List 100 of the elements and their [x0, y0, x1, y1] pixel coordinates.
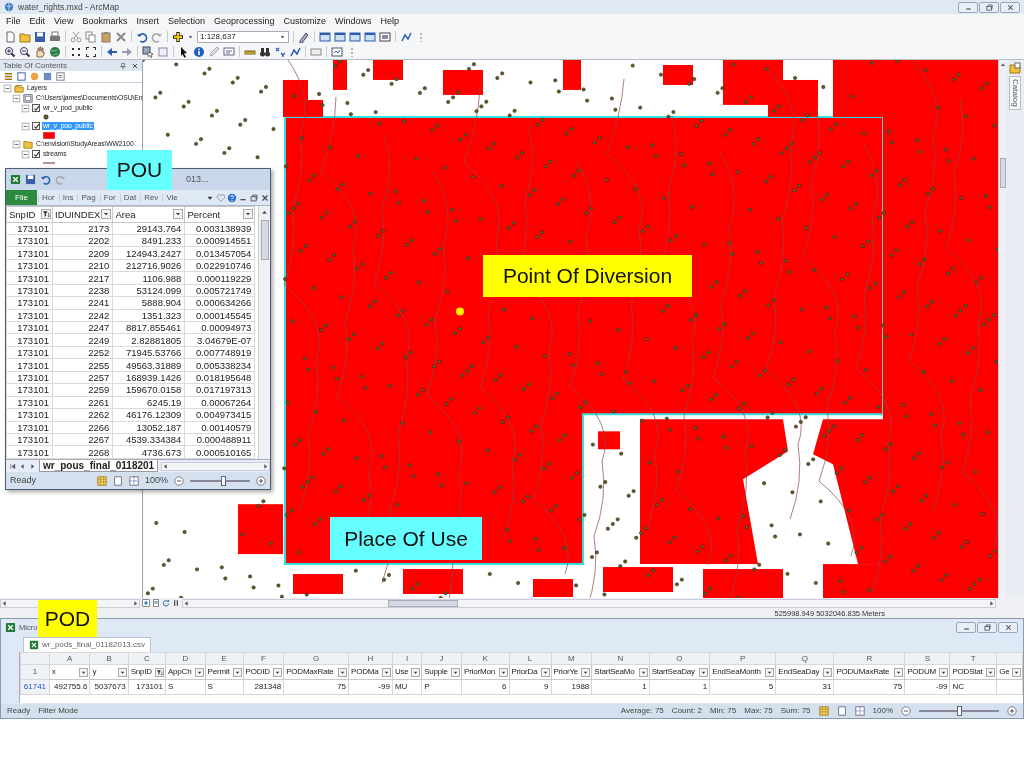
table-cell: 4539.334384: [112, 433, 185, 446]
menu-item[interactable]: Edit: [29, 16, 46, 27]
column-letter[interactable]: R: [833, 652, 905, 665]
table-cell: 173101: [6, 284, 53, 297]
table-cell: 0.000488911: [184, 433, 255, 446]
menu-item[interactable]: View: [54, 16, 74, 27]
ribbon-tab[interactable]: Dat: [119, 193, 140, 202]
table-cell: 168939.1426: [112, 371, 185, 384]
table-cell: 212716.9026: [112, 259, 185, 272]
table-cell: 0.007748919: [184, 346, 255, 359]
table-cell: 2241: [52, 296, 113, 310]
column-header: Use: [394, 667, 409, 677]
sheet-tab[interactable]: wr_pous_final_0118201: [39, 460, 159, 472]
table-cell: 173101: [6, 296, 53, 310]
table-cell: -99: [904, 679, 950, 695]
column-letter[interactable]: B: [89, 652, 129, 665]
table-cell: 0.000634266: [184, 296, 255, 310]
column-letter[interactable]: G: [283, 652, 349, 665]
table-cell: 46176.12309: [112, 408, 185, 422]
ribbon-tab[interactable]: Ins: [58, 193, 77, 202]
column-header: PODStat: [952, 667, 983, 677]
table-cell: 2267: [52, 433, 113, 446]
column-letter[interactable]: M: [551, 652, 592, 665]
table-cell: 2173: [52, 222, 113, 235]
table-cell: 13052.187: [112, 421, 185, 434]
column-header: AppCh: [167, 667, 192, 677]
table-cell: NC: [949, 679, 997, 695]
table-cell: 5: [709, 679, 776, 695]
table-cell: 2238: [52, 284, 113, 297]
status-text: Filter Mode: [38, 706, 79, 716]
menu-item[interactable]: File: [6, 16, 21, 27]
ribbon-tab[interactable]: Vie: [162, 193, 181, 202]
column-letter[interactable]: C: [128, 652, 166, 665]
status-statistic: Sum: 75: [780, 706, 811, 716]
table-cell: P: [421, 679, 462, 695]
table-cell: 492755.6: [49, 679, 90, 695]
status-statistic: Max: 75: [744, 706, 773, 716]
column-letter[interactable]: A: [49, 652, 90, 665]
menu-item[interactable]: Insert: [136, 16, 159, 27]
column-letter[interactable]: F: [243, 652, 284, 665]
side-tab[interactable]: Catalog: [1009, 76, 1021, 110]
column-letter[interactable]: K: [461, 652, 509, 665]
menu-item[interactable]: Geoprocessing: [213, 16, 275, 27]
menu-item[interactable]: Windows: [335, 16, 372, 27]
table-cell: 71945.53766: [112, 346, 185, 359]
column-letter[interactable]: N: [591, 652, 650, 665]
menu-item[interactable]: Help: [380, 16, 400, 27]
table-cell: 173101: [6, 334, 53, 347]
table-cell: 2261: [52, 396, 113, 409]
table-cell: 1106.988: [112, 271, 185, 285]
ribbon-tab[interactable]: Hor: [37, 193, 58, 202]
column-letter[interactable]: J: [421, 652, 462, 665]
column-header: PODMaxRate: [286, 667, 334, 677]
column-letter[interactable]: P: [709, 652, 776, 665]
menu-item[interactable]: Customize: [283, 16, 326, 27]
table-cell: 0.00094973: [184, 321, 255, 334]
table-cell: 0.022910746: [184, 259, 255, 272]
table-cell: 75: [283, 679, 349, 695]
table-cell: 2257: [52, 371, 113, 384]
column-letter[interactable]: E: [205, 652, 244, 665]
column-letter[interactable]: H: [348, 652, 393, 665]
table-cell: 173101: [6, 222, 53, 235]
table-cell: 2259: [52, 383, 113, 397]
table-cell: 53124.099: [112, 284, 185, 297]
column-letter[interactable]: S: [904, 652, 950, 665]
column-letter[interactable]: L: [509, 652, 551, 665]
table-cell: 0.018195648: [184, 371, 255, 384]
menu-item[interactable]: Bookmarks: [82, 16, 128, 27]
column-header: EndSeaDay: [778, 667, 820, 677]
column-header: Area: [115, 208, 136, 220]
scale-field[interactable]: 1:128,637: [197, 30, 289, 43]
table-cell: S: [165, 679, 206, 695]
table-cell: 0.004973415: [184, 408, 255, 422]
column-header: PriorYe: [553, 667, 579, 677]
column-header: x: [51, 667, 56, 677]
column-header: Supple: [424, 667, 448, 677]
column-header: Permit: [207, 667, 230, 677]
table-cell: 173101: [128, 679, 166, 695]
table-cell: 3.04679E-07: [184, 334, 255, 347]
column-letter[interactable]: Q: [775, 652, 834, 665]
column-letter[interactable]: T: [949, 652, 997, 665]
ribbon-tab[interactable]: Pag: [77, 193, 99, 202]
column-header: StartSeaDay: [651, 667, 695, 677]
file-button[interactable]: File: [6, 190, 37, 205]
table-cell: 4736.673: [112, 445, 185, 459]
table-cell: 173101: [6, 371, 53, 384]
column-letter[interactable]: D: [165, 652, 206, 665]
status-text: Ready: [7, 706, 31, 716]
ribbon-tab[interactable]: For: [99, 193, 119, 202]
document-tab[interactable]: wr_pods_final_01182013.csv: [23, 636, 152, 652]
column-header: PODMa: [351, 667, 379, 677]
ribbon-tab[interactable]: Rev: [140, 193, 162, 202]
column-header: EndSeaMonth: [712, 667, 761, 677]
column-header: PODUM: [907, 667, 936, 677]
column-letter[interactable]: I: [392, 652, 422, 665]
menu-item[interactable]: Selection: [167, 16, 205, 27]
column-letter[interactable]: O: [649, 652, 710, 665]
column-header: StartSeaMo: [594, 667, 635, 677]
table-cell: 0.00140579: [184, 421, 255, 434]
column-header: PriorDa: [511, 667, 538, 677]
